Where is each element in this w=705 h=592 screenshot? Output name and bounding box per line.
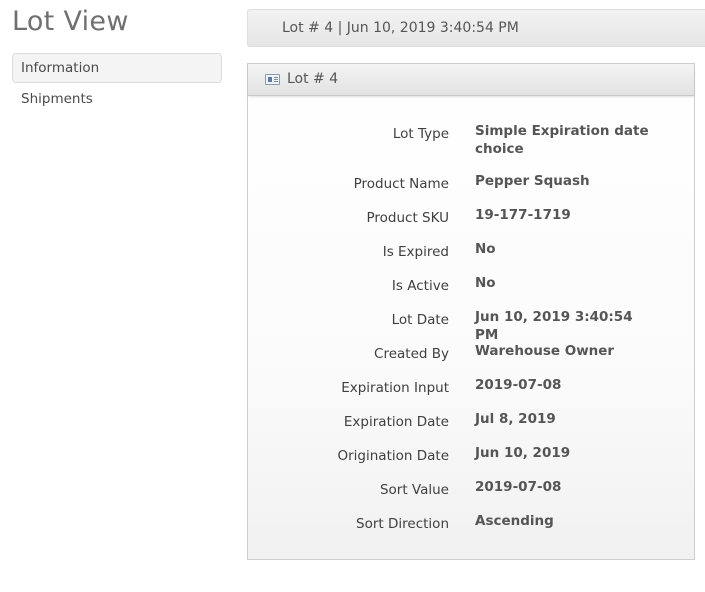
lot-details-panel: Lot # 4 Lot Type Simple Expiration date … (247, 63, 695, 560)
field-value: 2019-07-08 (475, 479, 562, 495)
field-label: Sort Direction (356, 516, 449, 532)
panel-header: Lot # 4 (248, 64, 694, 96)
sidebar-item-information[interactable]: Information (12, 53, 222, 83)
field-label: Is Active (391, 278, 449, 294)
field-label: Created By (374, 346, 449, 362)
field-label: Is Expired (382, 244, 449, 260)
field-label: Sort Value (379, 482, 449, 498)
field-value: No (475, 275, 496, 291)
field-value: Jun 10, 2019 3:40:54 PM (475, 309, 633, 343)
panel-title: Lot # 4 (287, 71, 339, 87)
field-value: Ascending (475, 513, 554, 529)
id-card-icon (265, 74, 280, 85)
sidebar: Information Shipments (12, 53, 222, 114)
field-label: Product Name (353, 176, 449, 192)
field-label: Lot Type (392, 126, 449, 142)
field-value: Warehouse Owner (475, 343, 615, 359)
lot-header-bar: Lot # 4 | Jun 10, 2019 3:40:54 PM (247, 9, 705, 47)
field-label: Product SKU (366, 210, 450, 226)
field-value: Jun 10, 2019 (475, 445, 571, 461)
field-value: Jul 8, 2019 (475, 411, 556, 427)
page-title: Lot View (12, 6, 129, 37)
field-label: Expiration Date (343, 414, 449, 430)
field-value: No (475, 241, 496, 257)
lot-header-text: Lot # 4 | Jun 10, 2019 3:40:54 PM (282, 20, 519, 36)
field-value: Simple Expiration date choice (475, 123, 649, 157)
field-value: 2019-07-08 (475, 377, 562, 393)
field-label: Origination Date (337, 448, 450, 464)
sidebar-item-shipments[interactable]: Shipments (12, 84, 222, 114)
field-value: Pepper Squash (475, 173, 590, 189)
field-label: Lot Date (391, 312, 449, 328)
field-value: 19-177-1719 (475, 207, 571, 223)
field-label: Expiration Input (341, 380, 449, 396)
